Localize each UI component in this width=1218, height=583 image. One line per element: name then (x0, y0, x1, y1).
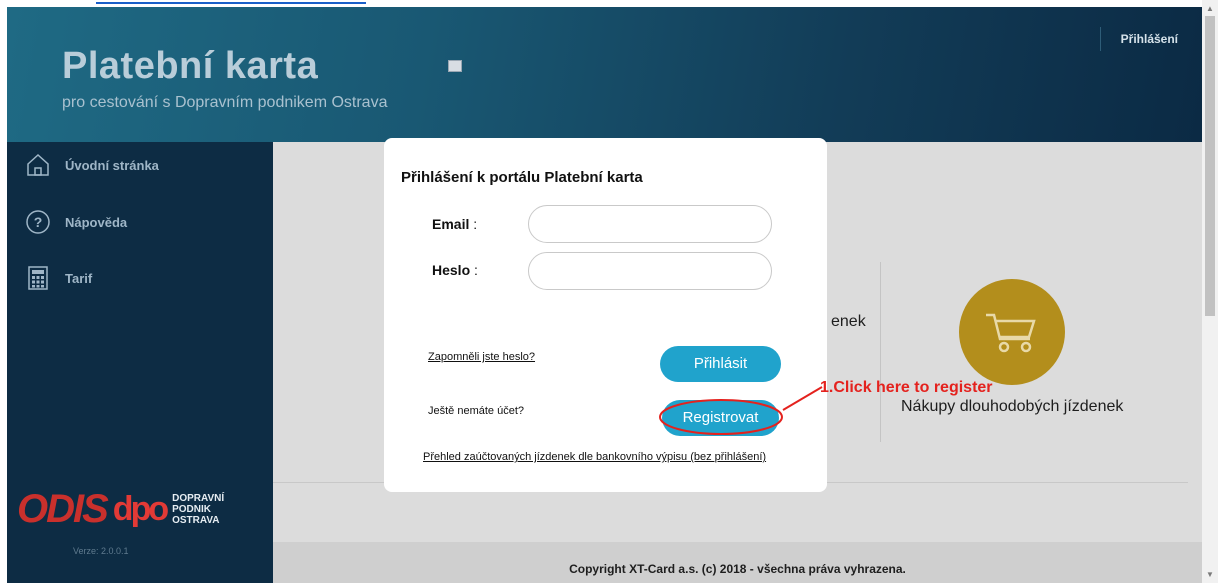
annotation-ellipse (659, 399, 783, 435)
annotation-arrow (782, 386, 823, 411)
annotation-text: 1.Click here to register (820, 379, 993, 396)
annotation-overlay (659, 386, 823, 435)
